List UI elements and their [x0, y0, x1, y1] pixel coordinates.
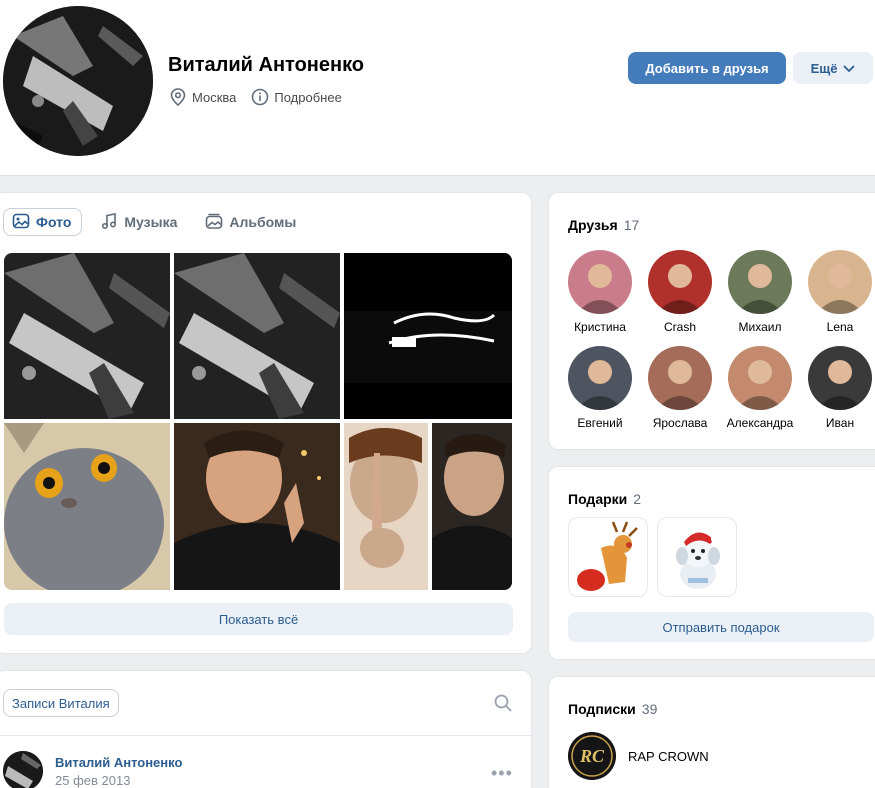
friends-card: Друзья 17 Кристина Crash Михаил Lena Евгений…	[548, 192, 875, 450]
music-note-icon	[100, 212, 118, 233]
friend-name: Lena	[826, 320, 854, 334]
photo-thumbnail[interactable]	[4, 423, 170, 590]
subscriptions-card: Подписки 39 RC RAP CROWN	[548, 676, 875, 788]
image-icon	[12, 212, 30, 233]
tab-music[interactable]: Музыка	[92, 208, 187, 236]
photo-thumbnail[interactable]	[174, 253, 340, 419]
friend-name: Иван	[825, 416, 855, 430]
wall-posts-tab[interactable]: Записи Виталия	[3, 689, 119, 717]
friend-item[interactable]: Михаил	[720, 250, 800, 334]
friend-item[interactable]: Lena	[800, 250, 875, 334]
send-gift-button[interactable]: Отправить подарок	[568, 612, 874, 642]
profile-header: Виталий Антоненко Москва Подробнее Добав…	[0, 0, 875, 176]
city-label: Москва	[192, 89, 237, 105]
friend-name: Ярослава	[652, 416, 708, 430]
friend-avatar	[648, 250, 712, 314]
friend-name: Кристина	[574, 320, 626, 334]
photo-thumbnail[interactable]	[4, 253, 170, 419]
post-author-avatar[interactable]	[3, 751, 43, 788]
friend-item[interactable]: Евгений	[560, 346, 640, 430]
subscriptions-count: 39	[641, 701, 658, 717]
friends-count: 17	[623, 217, 640, 233]
location-pin-icon	[168, 87, 188, 107]
friend-item[interactable]: Кристина	[560, 250, 640, 334]
photo-thumbnail[interactable]	[344, 423, 428, 590]
friend-avatar	[568, 250, 632, 314]
photos-card: Фото Музыка Альбомы Показать всё	[0, 192, 532, 654]
friend-name: Михаил	[738, 320, 782, 334]
friends-header[interactable]: Друзья 17	[568, 217, 639, 233]
divider	[0, 735, 533, 736]
friend-item[interactable]: Александра	[720, 346, 800, 430]
show-all-photos-button[interactable]: Показать всё	[4, 603, 513, 635]
more-options-icon[interactable]: •••	[491, 763, 513, 784]
community-logo-text: RC	[579, 746, 605, 766]
friend-avatar	[568, 346, 632, 410]
city-info[interactable]: Москва	[168, 87, 236, 107]
gifts-title: Подарки	[568, 491, 628, 507]
friend-avatar	[808, 250, 872, 314]
profile-avatar[interactable]	[3, 6, 153, 156]
search-icon[interactable]	[493, 693, 515, 715]
friend-item[interactable]: Иван	[800, 346, 875, 430]
gift-item[interactable]	[657, 517, 737, 597]
tab-photos-label: Фото	[36, 214, 72, 230]
tab-albums[interactable]: Альбомы	[197, 208, 306, 236]
friend-name: Александра	[726, 416, 794, 430]
info-icon	[250, 87, 270, 107]
friend-name: Crash	[663, 320, 696, 334]
friend-avatar	[648, 346, 712, 410]
friend-avatar	[728, 250, 792, 314]
profile-name: Виталий Антоненко	[168, 54, 365, 76]
chevron-down-icon	[843, 61, 855, 76]
more-button[interactable]: Ещё	[793, 52, 873, 84]
subscriptions-header[interactable]: Подписки 39	[568, 701, 657, 717]
more-label: Ещё	[810, 60, 838, 76]
post-date[interactable]: 25 фев 2013	[55, 773, 130, 788]
tab-music-label: Музыка	[124, 214, 178, 230]
friend-item[interactable]: Ярослава	[640, 346, 720, 430]
friend-item[interactable]: Crash	[640, 250, 720, 334]
details-label: Подробнее	[274, 89, 342, 105]
photo-thumbnail[interactable]	[432, 423, 512, 590]
community-avatar: RC	[568, 732, 616, 780]
profile-meta: Москва Подробнее	[168, 87, 356, 107]
friend-name: Евгений	[577, 416, 623, 430]
friend-avatar	[728, 346, 792, 410]
tab-photos[interactable]: Фото	[3, 208, 83, 236]
wall-card: Записи Виталия Виталий Антоненко 25 фев …	[0, 670, 533, 788]
friends-title: Друзья	[568, 217, 618, 233]
subscriptions-title: Подписки	[568, 701, 636, 717]
subscription-item[interactable]: RC RAP CROWN	[568, 732, 709, 780]
gifts-count: 2	[633, 491, 642, 507]
add-friend-button[interactable]: Добавить в друзья	[628, 52, 786, 84]
gifts-card: Подарки 2 Отправить подарок	[548, 466, 875, 660]
photo-thumbnail[interactable]	[344, 253, 512, 419]
post-author-name[interactable]: Виталий Антоненко	[55, 755, 182, 770]
gift-item[interactable]	[568, 517, 648, 597]
albums-icon	[205, 212, 223, 233]
photo-tabs: Фото Музыка Альбомы	[3, 208, 306, 236]
friend-avatar	[808, 346, 872, 410]
tab-albums-label: Альбомы	[229, 214, 297, 230]
photo-thumbnail[interactable]	[174, 423, 340, 590]
gifts-header[interactable]: Подарки 2	[568, 491, 641, 507]
community-name: RAP CROWN	[628, 748, 709, 764]
details-link[interactable]: Подробнее	[250, 87, 342, 107]
